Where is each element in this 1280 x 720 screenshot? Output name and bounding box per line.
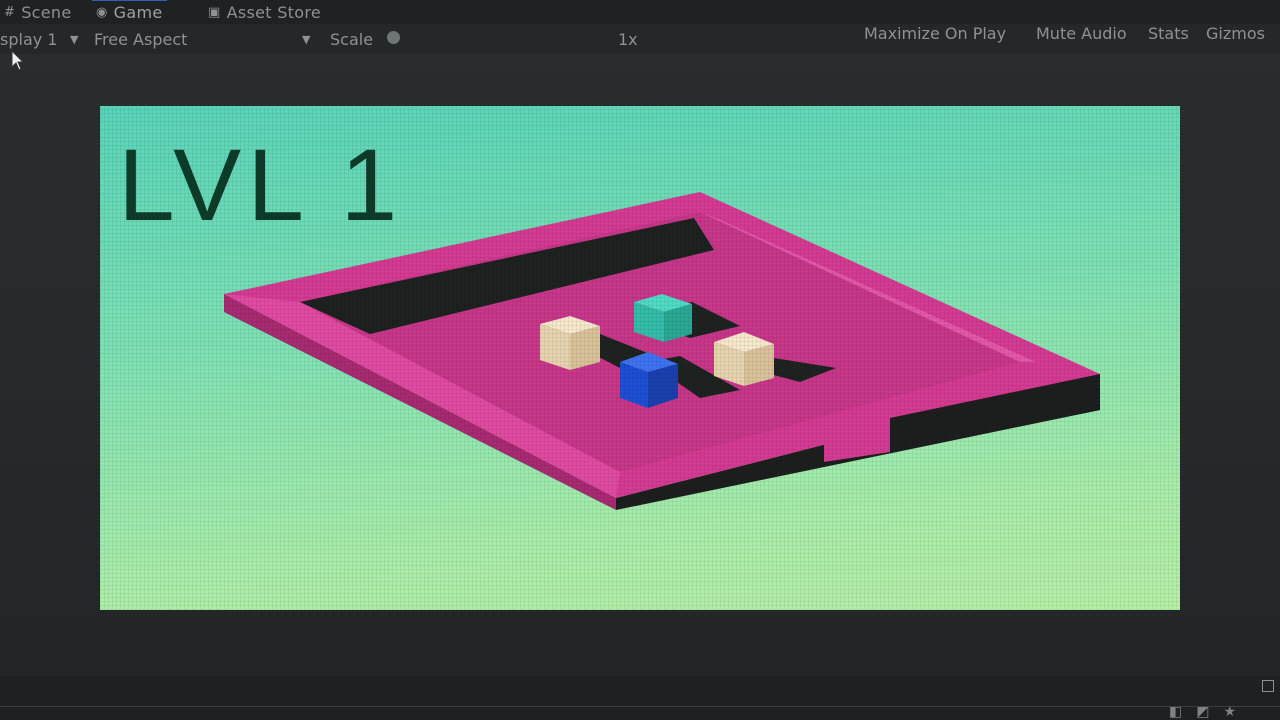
- game-view-viewport[interactable]: LVL 1: [100, 106, 1180, 610]
- scale-label: Scale: [330, 29, 374, 49]
- game-view-toolbar: splay 1 ▼ Free Aspect ▼ Scale 1x Maximiz…: [0, 24, 1280, 54]
- tab-asset-store-label: Asset Store: [226, 2, 322, 22]
- scale-slider-handle[interactable]: [387, 31, 400, 44]
- store-bag-icon: ▣: [208, 4, 221, 20]
- chevron-down-icon[interactable]: ▼: [70, 28, 78, 50]
- tab-game[interactable]: ◉ Game: [92, 0, 166, 24]
- tab-game-label: Game: [113, 2, 163, 22]
- bottom-panel-strip: [0, 676, 1280, 720]
- unity-editor-window: # Scene ◉ Game ▣ Asset Store splay 1 ▼ F…: [0, 0, 1280, 720]
- crate-left: [540, 316, 600, 370]
- level-title: LVL 1: [118, 128, 404, 242]
- tab-asset-store[interactable]: ▣ Asset Store: [208, 0, 321, 24]
- chevron-down-icon[interactable]: ▼: [302, 28, 310, 50]
- gizmos-toggle[interactable]: Gizmos: [1206, 22, 1265, 44]
- aspect-dropdown-label: Free Aspect: [94, 29, 188, 49]
- status-icons: ◧◩★: [1168, 704, 1250, 720]
- display-dropdown[interactable]: splay 1: [0, 28, 57, 50]
- zoom-value: 1x: [618, 29, 638, 49]
- aspect-dropdown[interactable]: Free Aspect: [94, 28, 187, 50]
- display-dropdown-label: splay 1: [0, 29, 58, 49]
- stats-toggle[interactable]: Stats: [1148, 22, 1189, 44]
- tab-scene-label: Scene: [21, 2, 72, 22]
- goal-cube: [634, 294, 692, 342]
- mouse-cursor-icon: [11, 50, 25, 71]
- gamepad-icon: ◉: [96, 4, 108, 20]
- hash-icon: #: [4, 4, 16, 20]
- maximize-on-play-toggle[interactable]: Maximize On Play: [864, 22, 1006, 44]
- tab-scene[interactable]: # Scene: [4, 0, 71, 24]
- divider: [0, 706, 1280, 707]
- window-resize-icon[interactable]: [1262, 680, 1274, 692]
- mute-audio-toggle[interactable]: Mute Audio: [1036, 22, 1127, 44]
- tab-bar: # Scene ◉ Game ▣ Asset Store: [0, 0, 1280, 24]
